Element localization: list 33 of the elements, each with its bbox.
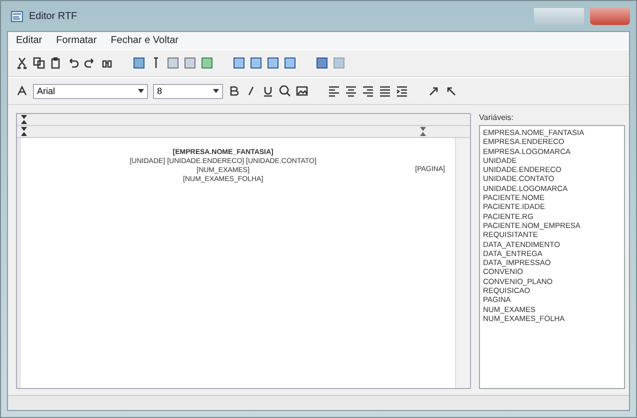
align-center-icon[interactable] xyxy=(345,85,357,97)
ruler-marker-icon[interactable] xyxy=(21,115,27,124)
indent-icon[interactable] xyxy=(396,85,408,97)
font-icon[interactable] xyxy=(16,85,28,97)
font-value: Arial xyxy=(37,86,56,96)
arrow-icon[interactable] xyxy=(428,85,440,97)
align-right-icon[interactable] xyxy=(362,85,374,97)
undo-icon[interactable] xyxy=(67,57,79,69)
search-icon[interactable] xyxy=(279,85,291,97)
window-title: Editor RTF xyxy=(29,10,78,22)
app-icon xyxy=(11,10,23,22)
font-dropdown[interactable]: Arial xyxy=(33,84,148,98)
scrollbar[interactable] xyxy=(455,138,470,388)
menu-item[interactable]: Fechar e Voltar xyxy=(110,35,178,46)
ruler-marker-icon[interactable] xyxy=(21,127,27,136)
dropdown-caret-icon xyxy=(213,89,219,93)
dropdown-caret-icon xyxy=(138,89,144,93)
bold-icon[interactable] xyxy=(228,85,240,97)
cut-icon[interactable] xyxy=(16,57,28,69)
redo-icon[interactable] xyxy=(84,57,96,69)
copy-icon[interactable] xyxy=(33,57,45,69)
size-value: 8 xyxy=(157,86,162,96)
menu-item[interactable]: Editar xyxy=(16,35,42,46)
justify-icon[interactable] xyxy=(379,85,391,97)
ruler-marker-icon[interactable] xyxy=(420,127,426,136)
paste-icon[interactable] xyxy=(50,57,62,69)
size-dropdown[interactable]: 8 xyxy=(153,84,223,98)
menu-item[interactable]: Formatar xyxy=(56,35,97,46)
underline-icon[interactable] xyxy=(262,85,274,97)
image-icon[interactable] xyxy=(296,85,308,97)
align-left-icon[interactable] xyxy=(328,85,340,97)
arrow-icon[interactable] xyxy=(445,85,457,97)
variables-label: Variáveis: xyxy=(479,113,515,122)
